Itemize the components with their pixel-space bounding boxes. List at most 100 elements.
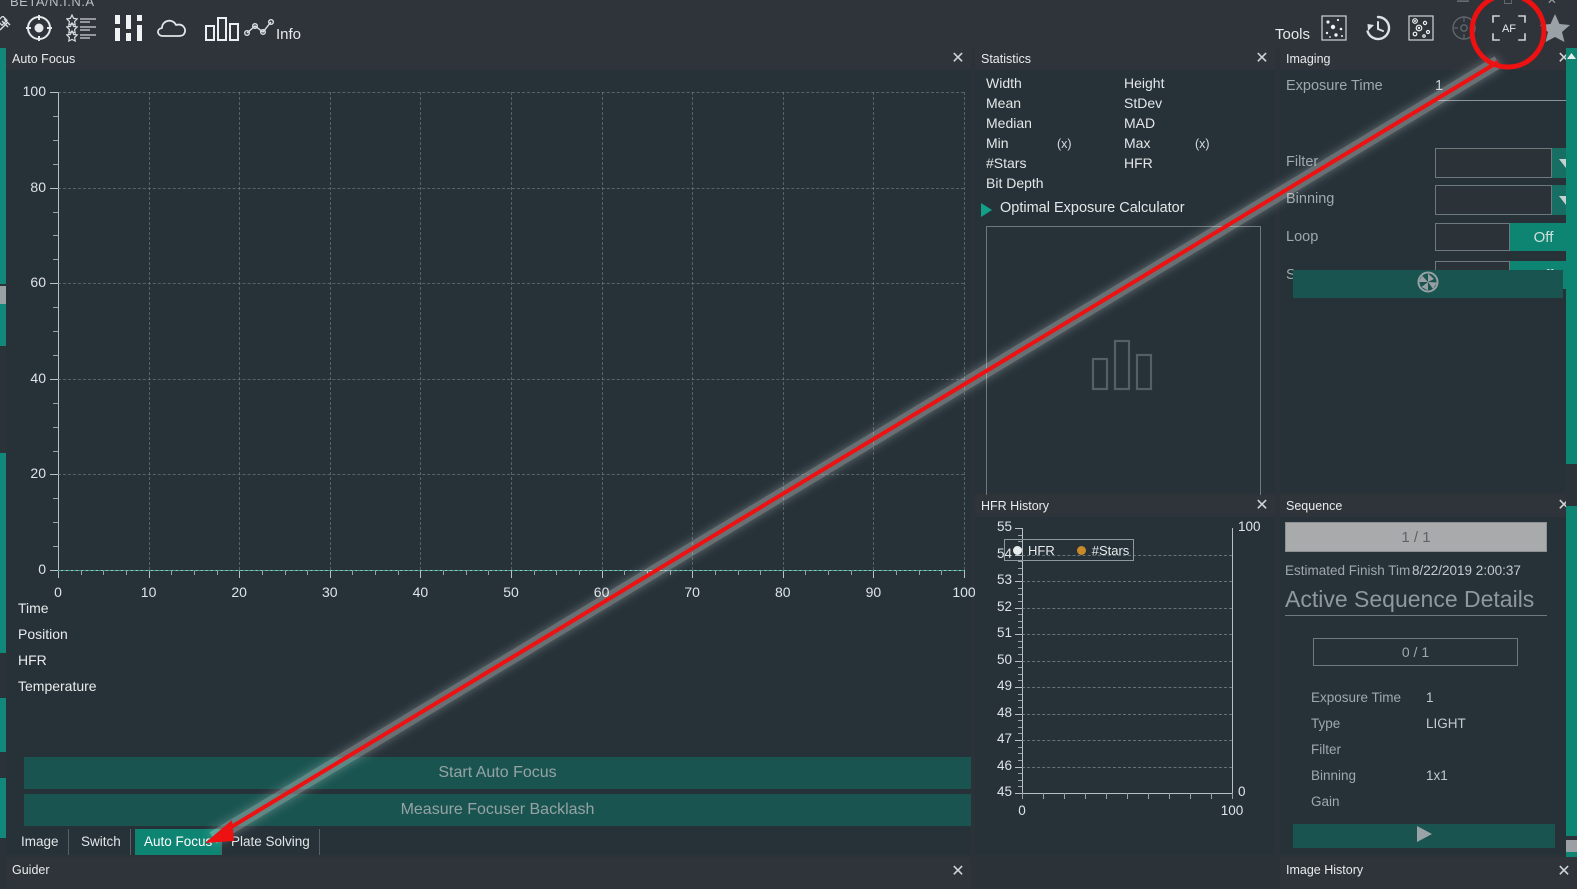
hfr-y-major-tick bbox=[1015, 607, 1022, 609]
af-gridline-v bbox=[148, 92, 150, 570]
hfr-y-minor-tick bbox=[1018, 759, 1022, 761]
sliders-icon[interactable] bbox=[110, 12, 148, 44]
tab-plate-solving[interactable]: Plate Solving bbox=[222, 829, 320, 855]
history-icon[interactable] bbox=[1361, 12, 1395, 44]
start-auto-focus-button[interactable]: Start Auto Focus bbox=[24, 757, 971, 789]
hfr-y-major-tick bbox=[1015, 740, 1022, 741]
af-x-tick-label: 0 bbox=[54, 584, 62, 600]
af-y-minor-tick bbox=[53, 354, 58, 356]
aberration-icon[interactable] bbox=[1447, 12, 1481, 44]
estimated-finish-time-value: 8/22/2019 2:00:37 bbox=[1412, 563, 1521, 578]
af-x-major-tick bbox=[964, 570, 965, 578]
annotation-icon[interactable] bbox=[1404, 12, 1438, 44]
stat-label-height: Height bbox=[1124, 75, 1165, 91]
imaging-panel: Imaging ✕ Exposure Time 1 Filter Binning… bbox=[1280, 48, 1577, 492]
info-label[interactable]: Info bbox=[276, 26, 301, 43]
stat-label-bit-depth: Bit Depth bbox=[986, 175, 1044, 191]
hfr-y-tick-label: 50 bbox=[996, 651, 1012, 667]
hfr-x-minor-tick bbox=[1169, 793, 1170, 799]
seq-filter-label: Filter bbox=[1311, 742, 1341, 757]
tools-label[interactable]: Tools bbox=[1275, 26, 1310, 43]
sequence-play-button[interactable] bbox=[1293, 824, 1555, 848]
af-y-minor-tick bbox=[53, 139, 58, 141]
scroll-up-icon[interactable] bbox=[1566, 48, 1577, 64]
imaging-panel-header: Imaging ✕ bbox=[1280, 48, 1577, 70]
exposure-time-underline bbox=[1435, 100, 1577, 101]
hfr-y2-axis bbox=[1232, 528, 1233, 794]
expander-triangle-icon[interactable] bbox=[981, 203, 992, 217]
af-icon[interactable]: AF bbox=[1489, 12, 1529, 44]
binning-combobox[interactable] bbox=[1435, 185, 1552, 215]
af-y-minor-tick bbox=[53, 426, 58, 428]
window-controls[interactable]: — □ ✕ bbox=[1457, 0, 1573, 7]
af-x-tick-label: 40 bbox=[412, 584, 429, 600]
hfr-x-minor-tick bbox=[1232, 793, 1233, 799]
image-history-panel-title: Image History bbox=[1286, 863, 1364, 877]
af-y-minor-tick bbox=[53, 522, 58, 524]
binning-label: Binning bbox=[1286, 191, 1335, 207]
tab-switch[interactable]: Switch bbox=[72, 829, 131, 855]
hfr-y-minor-tick bbox=[1018, 587, 1022, 589]
auto-focus-panel-header: Auto Focus ✕ bbox=[6, 48, 971, 70]
measure-focuser-backlash-button[interactable]: Measure Focuser Backlash bbox=[24, 794, 971, 826]
close-icon[interactable]: ✕ bbox=[1253, 496, 1271, 516]
imaging-panel-title: Imaging bbox=[1286, 52, 1331, 66]
hfr-y-minor-tick bbox=[1018, 640, 1022, 642]
snapshot-button[interactable] bbox=[1293, 270, 1563, 298]
close-icon[interactable]: ✕ bbox=[949, 862, 967, 882]
hfr-gridline-h bbox=[1022, 607, 1232, 609]
main-toolbar: Info Tools AF bbox=[0, 8, 1577, 48]
af-x-major-tick bbox=[782, 570, 784, 578]
hfr-gridline-h bbox=[1022, 740, 1232, 741]
auto-focus-chart: 0 20 40 60 80 100 0 10 20 30 40 50 60 70 80 90 100 bbox=[6, 70, 976, 600]
af-gridline-v bbox=[964, 92, 965, 570]
hfr-y-major-tick bbox=[1015, 581, 1022, 582]
estimated-finish-time-label: Estimated Finish Tim bbox=[1285, 563, 1411, 578]
af-y-tick-label: 20 bbox=[30, 465, 46, 482]
af-label-position: Position bbox=[18, 626, 68, 642]
loop-input[interactable] bbox=[1435, 223, 1510, 251]
framing-list-icon[interactable] bbox=[64, 12, 108, 44]
hfr-x-minor-tick bbox=[1043, 793, 1044, 799]
hfr-y-major-tick bbox=[1015, 687, 1022, 688]
af-y-minor-tick bbox=[53, 331, 58, 332]
hfr-x-minor-tick bbox=[1211, 793, 1212, 799]
hfr-x-minor-tick bbox=[1085, 793, 1086, 799]
tab-auto-focus[interactable]: Auto Focus bbox=[135, 829, 223, 855]
filter-combobox[interactable] bbox=[1435, 148, 1552, 178]
statistics-panel-title: Statistics bbox=[981, 52, 1032, 66]
af-x-tick-label: 70 bbox=[684, 584, 700, 600]
histogram-icon[interactable] bbox=[200, 12, 244, 44]
af-gridline-v bbox=[420, 92, 422, 570]
af-x-tick-label: 30 bbox=[322, 584, 338, 600]
sequence-panel-title: Sequence bbox=[1286, 499, 1343, 513]
af-y-tick-label: 0 bbox=[38, 561, 46, 577]
right-scrollbar-thumb-top[interactable] bbox=[1566, 64, 1577, 464]
close-icon[interactable]: ✕ bbox=[1555, 862, 1573, 882]
seq-gain-label: Gain bbox=[1311, 794, 1340, 809]
af-y-minor-tick bbox=[53, 259, 58, 261]
optimal-exposure-calculator-label[interactable]: Optimal Exposure Calculator bbox=[1000, 200, 1185, 216]
target-icon[interactable] bbox=[22, 12, 56, 44]
active-sequence-details-title: Active Sequence Details bbox=[1285, 586, 1547, 616]
star-detection-icon[interactable] bbox=[1317, 12, 1351, 44]
seq-binning-label: Binning bbox=[1311, 768, 1357, 783]
exposure-time-input[interactable]: 1 bbox=[1435, 78, 1577, 94]
auto-focus-panel-title: Auto Focus bbox=[12, 52, 76, 66]
hfr-y-minor-tick bbox=[1018, 574, 1022, 576]
sequence-sub-progress: 0 / 1 bbox=[1313, 638, 1518, 666]
favorite-star-icon[interactable] bbox=[1535, 12, 1575, 44]
hfr-y-minor-tick bbox=[1018, 786, 1022, 788]
hfr-y-major-tick bbox=[1015, 528, 1022, 529]
af-x-major-tick bbox=[329, 570, 331, 578]
af-y-major-tick bbox=[50, 570, 58, 571]
close-icon[interactable]: ✕ bbox=[1253, 49, 1271, 69]
tab-image[interactable]: Image bbox=[12, 829, 69, 855]
hfr-y-minor-tick bbox=[1018, 653, 1022, 655]
right-scrollbar-thumb-bottom[interactable] bbox=[1566, 506, 1577, 836]
right-scrollbar-marker[interactable] bbox=[1566, 840, 1577, 852]
af-y-tick-label: 80 bbox=[30, 178, 46, 195]
close-icon[interactable]: ✕ bbox=[949, 49, 967, 69]
cloud-icon[interactable] bbox=[152, 12, 194, 44]
af-x-major-tick bbox=[692, 570, 694, 578]
